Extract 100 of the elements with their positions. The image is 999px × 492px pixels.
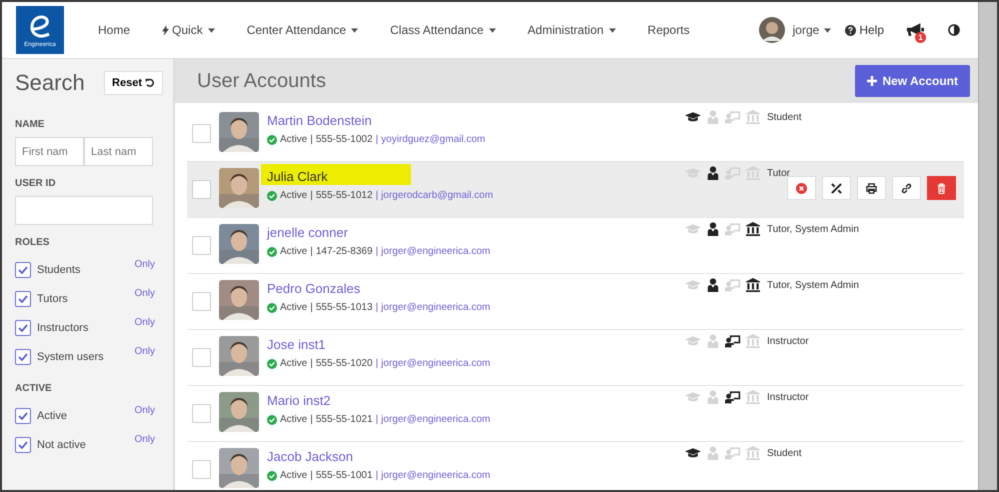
row-checkbox[interactable] [192,404,211,423]
separator: | [376,246,378,257]
field-label: USER ID [15,178,57,189]
checkbox-label: Tutors [37,292,68,304]
user-name-link[interactable]: Jose inst1 [267,337,326,352]
user-name-link[interactable]: Julia Clark [267,169,328,184]
first-name-field[interactable]: First nam [15,137,84,166]
user-name-link[interactable]: jenelle conner [267,225,348,240]
nav-menu-item[interactable]: Administration [512,23,632,37]
separator: | [310,302,313,313]
row-checkbox[interactable] [192,460,211,479]
checkbox[interactable] [15,290,31,306]
checkbox[interactable] [15,408,31,424]
phone-text: 555-55-1021 [316,414,373,425]
role-text: Student [767,448,802,458]
close-circle-icon [796,182,807,194]
check-circle-icon [267,414,277,424]
phone-text: 555-55-1001 [316,470,373,481]
nav-menu-item[interactable]: Class Attendance [374,23,512,37]
checkbox[interactable] [15,348,31,364]
email-link[interactable]: jorger@engineerica.com [381,414,490,425]
link-icon [901,182,912,194]
delete-button[interactable] [927,176,956,200]
row-checkbox[interactable] [192,180,211,199]
checkbox[interactable] [15,320,31,336]
email-link[interactable]: yoyirdguez@gmail.com [381,134,486,145]
checkbox[interactable] [15,436,31,452]
separator: | [310,246,313,257]
contrast-icon[interactable] [948,24,960,36]
help-icon [845,24,856,36]
user-row[interactable]: Julia Clark Active | 555-55-1012 | jorgerodcarb@gmail.com Tutor [187,162,964,218]
help-link[interactable]: Help [845,23,884,37]
check-icon [18,324,28,332]
checkbox-label: Not active [37,438,86,450]
only-link[interactable]: Only [134,259,155,270]
email-link[interactable]: jorger@engineerica.com [381,246,490,257]
only-link[interactable]: Only [134,317,155,328]
only-link[interactable]: Only [134,434,155,445]
field-label: NAME [15,119,46,130]
user-name-link[interactable]: Martin Bodenstein [267,113,372,128]
email-link[interactable]: jorger@engineerica.com [381,358,490,369]
printer-icon [866,182,877,194]
user-row[interactable]: Pedro Gonzales Active | 555-55-1013 | jorger@engineerica.com Tutor, System Admin [187,274,964,330]
email-link[interactable]: jorgerodcarb@gmail.com [381,190,494,201]
status-text: Active [280,190,308,201]
page-title: User Accounts [197,70,326,92]
caret-icon [608,28,616,32]
email-link[interactable]: jorger@engineerica.com [381,470,490,481]
only-link[interactable]: Only [134,346,155,357]
print-button[interactable] [857,176,886,200]
separator: | [310,190,313,201]
row-checkbox[interactable] [192,236,211,255]
phone-text: 555-55-1013 [316,302,373,313]
edit-tools-button[interactable] [822,176,851,200]
checkbox-label: System users [37,350,104,362]
role-text: Student [767,112,802,122]
separator: | [310,470,313,481]
status-text: Active [280,470,308,481]
row-checkbox[interactable] [192,124,211,143]
role-text: Tutor, System Admin [767,224,859,234]
user-name-link[interactable]: Jacob Jackson [267,449,353,464]
checkbox[interactable] [15,262,31,278]
check-circle-icon [267,190,277,200]
check-circle-icon [267,246,277,256]
last-name-field[interactable]: Last nam [84,137,153,166]
nav-menu-item[interactable]: Quick [146,23,231,37]
user-name-link[interactable]: Mario inst2 [267,393,331,408]
only-link[interactable]: Only [134,288,155,299]
user-row[interactable]: Mario inst2 Active | 555-55-1021 | jorger@engineerica.com Instructor [187,386,964,442]
only-link[interactable]: Only [134,405,155,416]
check-circle-icon [267,470,277,480]
user-row[interactable]: Jose inst1 Active | 555-55-1020 | jorger@engineerica.com Instructor [187,330,964,386]
caret-icon [488,28,496,32]
separator: | [310,134,313,145]
row-checkbox[interactable] [192,348,211,367]
link-button[interactable] [892,176,921,200]
status-text: Active [280,302,308,313]
separator: | [310,358,313,369]
caret-icon [351,28,358,32]
reset-button[interactable]: Reset [104,71,163,95]
user-avatar[interactable] [758,17,785,43]
scrollbar[interactable] [978,2,997,490]
user-name-link[interactable]: Pedro Gonzales [267,281,360,296]
phone-text: 555-55-1012 [316,190,373,201]
row-checkbox[interactable] [192,292,211,311]
nav-menu-item[interactable]: Home [82,23,146,37]
phone-text: 147-25-8369 [316,246,373,257]
nav-menu-item[interactable]: Center Attendance [230,23,374,37]
new-account-button[interactable]: New Account [855,65,970,97]
plus-icon [867,76,878,86]
email-link[interactable]: jorger@engineerica.com [381,302,490,313]
nav-menu-item[interactable]: Reports [632,23,706,37]
user-id-field[interactable] [15,196,153,225]
check-icon [18,294,28,302]
user-menu[interactable]: jorge [792,23,832,37]
undo-icon [145,78,155,88]
deactivate-button[interactable] [787,176,816,200]
user-row[interactable]: jenelle conner Active | 147-25-8369 | jorger@engineerica.com Tutor, System Admin [187,218,964,274]
status-text: Active [280,246,308,257]
user-row[interactable]: Jacob Jackson Active | 555-55-1001 | jorger@engineerica.com Student [187,442,964,490]
